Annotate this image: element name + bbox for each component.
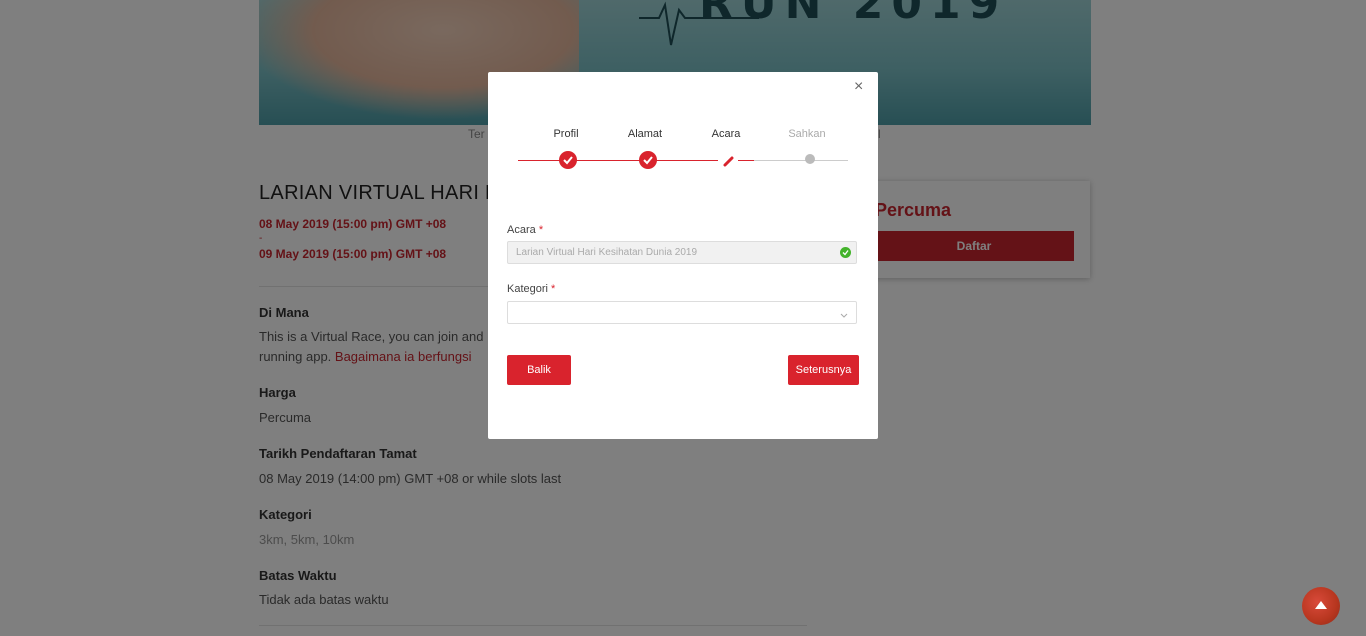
pencil-icon (723, 154, 735, 172)
back-button[interactable]: Balik (507, 355, 571, 385)
step-label-acara: Acara (711, 128, 741, 140)
step-done-icon-profil (559, 151, 577, 169)
step-label-profil: Profil (553, 128, 579, 140)
event-input[interactable]: Larian Virtual Hari Kesihatan Dunia 2019 (507, 241, 857, 264)
chevron-down-icon (840, 306, 848, 327)
scroll-to-top-button[interactable] (1302, 587, 1340, 625)
event-input-value: Larian Virtual Hari Kesihatan Dunia 2019 (516, 247, 698, 258)
next-button[interactable]: Seterusnya (788, 355, 859, 385)
category-field-label-text: Kategori (507, 283, 548, 295)
event-field-label: Acara * (507, 224, 543, 236)
stepper-remaining-line (754, 160, 848, 161)
event-field-label-text: Acara (507, 224, 536, 236)
category-field-label: Kategori * (507, 283, 555, 295)
registration-modal: × Profil Alamat Acara Sahkan Acara * Lar… (488, 72, 878, 439)
check-circle-icon (840, 247, 851, 258)
category-select[interactable] (507, 301, 857, 324)
step-label-sahkan: Sahkan (788, 128, 826, 140)
stepper-progress-line (518, 160, 718, 161)
step-pending-icon-sahkan (805, 154, 815, 164)
required-mark: * (551, 283, 556, 295)
step-label-alamat: Alamat (627, 128, 663, 140)
stepper-progress-line (738, 160, 754, 161)
close-icon[interactable]: × (854, 78, 863, 96)
step-done-icon-alamat (639, 151, 657, 169)
required-mark: * (538, 224, 544, 236)
